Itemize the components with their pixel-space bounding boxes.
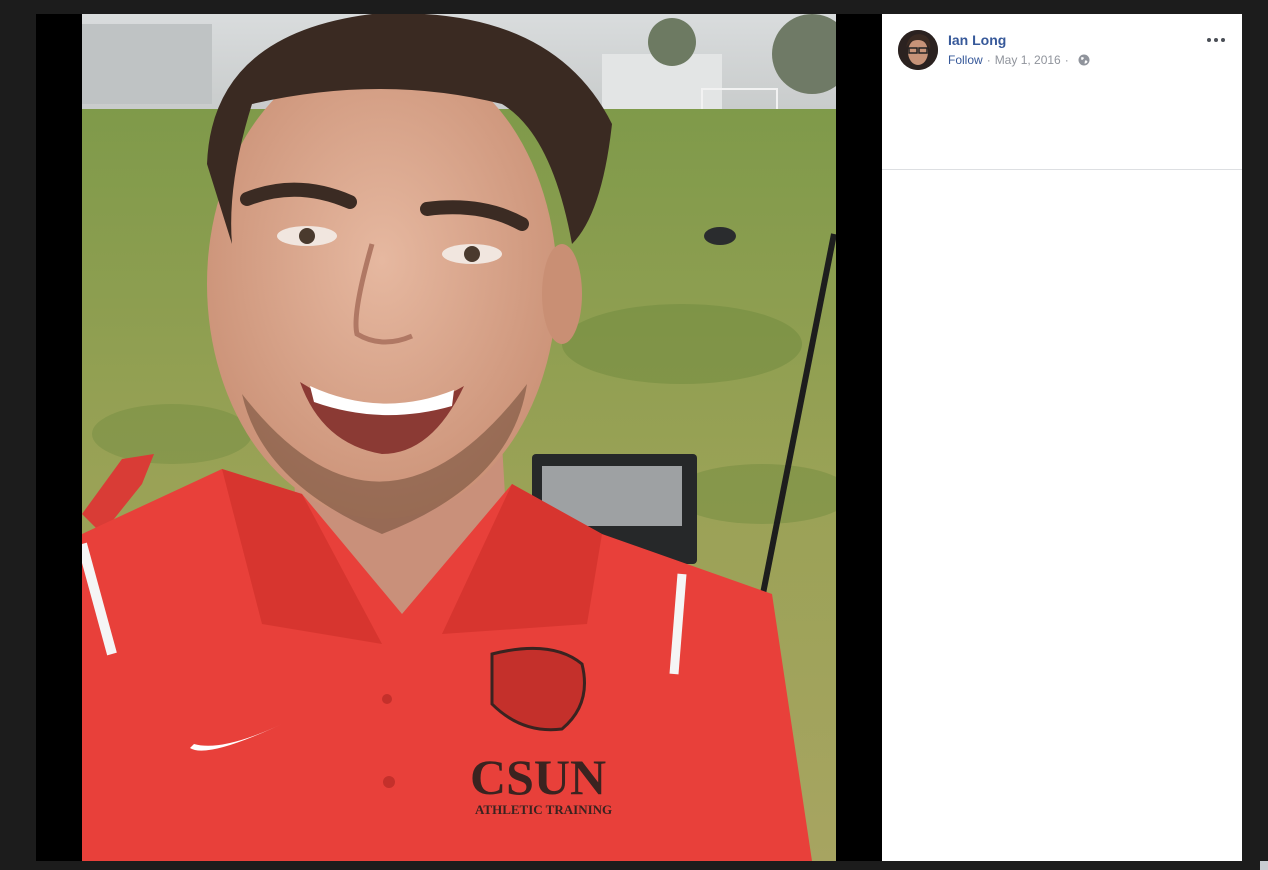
post-photo[interactable]: CSUN ATHLETIC TRAINING: [82, 14, 836, 861]
meta-separator-2: ·: [1064, 53, 1069, 67]
post-sidebar: Ian Long Follow · May 1, 2016 ·: [882, 14, 1242, 861]
meta-separator: ·: [986, 53, 991, 67]
shirt-logo-text: CSUN: [470, 749, 606, 805]
post-header: Ian Long Follow · May 1, 2016 ·: [882, 14, 1242, 170]
post-date[interactable]: May 1, 2016: [995, 53, 1061, 67]
author-name-link[interactable]: Ian Long: [948, 32, 1006, 48]
more-options-icon[interactable]: [1204, 30, 1228, 50]
follow-link[interactable]: Follow: [948, 53, 983, 67]
avatar-image: [898, 30, 938, 70]
photo-illustration: CSUN ATHLETIC TRAINING: [82, 14, 836, 861]
shirt-sub-text: ATHLETIC TRAINING: [475, 802, 612, 817]
scroll-corner: [1260, 861, 1268, 870]
globe-icon[interactable]: [1078, 54, 1090, 66]
bottom-strip: [36, 861, 1242, 870]
post-meta: Follow · May 1, 2016 ·: [948, 53, 1090, 67]
photo-viewer: CSUN ATHLETIC TRAINING Ian Long Follow ·…: [36, 14, 1242, 861]
author-avatar[interactable]: [898, 30, 938, 70]
photo-stage[interactable]: CSUN ATHLETIC TRAINING: [36, 14, 882, 861]
